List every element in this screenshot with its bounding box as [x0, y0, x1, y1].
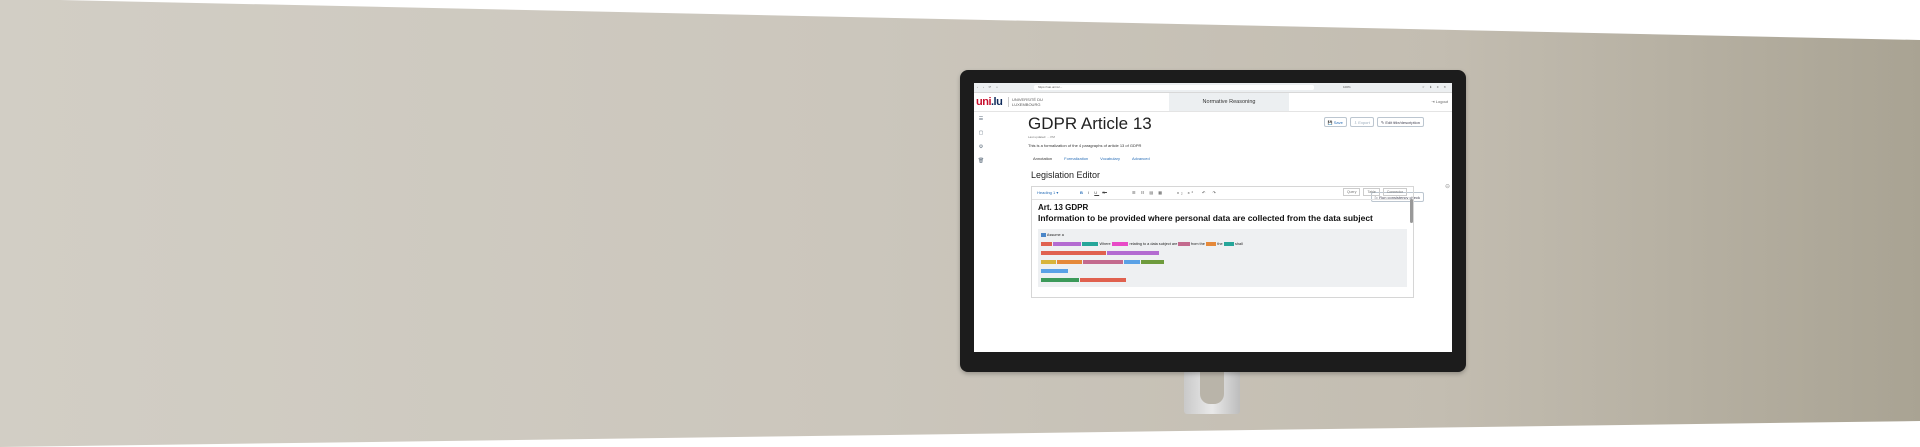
- annotation-span[interactable]: [1053, 242, 1081, 246]
- logo-text: UNIVERSITÉ DU LUXEMBOURG: [1008, 97, 1043, 107]
- italic-icon[interactable]: I: [1088, 190, 1091, 195]
- annotation-span[interactable]: [1205, 242, 1217, 246]
- document-description: This is a formalization of the 4 paragra…: [1028, 143, 1142, 148]
- annotation-span[interactable]: [1082, 260, 1123, 264]
- heading-select[interactable]: Heading 1 ▾: [1037, 190, 1058, 195]
- browser-extension-icons[interactable]: ☆ ⬇ ≡ ✕: [1422, 85, 1448, 89]
- trash-icon[interactable]: 🗑: [978, 158, 984, 164]
- app-header: uni.lu UNIVERSITÉ DU LUXEMBOURG Normativ…: [974, 93, 1452, 112]
- editor-content[interactable]: Art. 13 GDPR Information to be provided …: [1032, 200, 1413, 290]
- paragraph-text: the: [1217, 242, 1223, 246]
- tab-annotation[interactable]: Annotation: [1033, 156, 1052, 161]
- editor-scrollbar[interactable]: [1410, 199, 1413, 223]
- university-logo[interactable]: uni.lu: [976, 96, 1006, 108]
- app-tab-normative-reasoning[interactable]: Normative Reasoning: [1169, 93, 1289, 111]
- gear-icon[interactable]: ⚙: [979, 144, 983, 150]
- last-updated: Last updated: ... PM: [1028, 135, 1055, 139]
- logout-link[interactable]: ⇥ Logout: [1431, 99, 1448, 104]
- monitor: ‹ › ⟳ ⌂ https://nai.uni.lu/... 100% ☆ ⬇ …: [960, 70, 1466, 372]
- annotation-marker[interactable]: [1041, 233, 1047, 237]
- logout-label: Logout: [1435, 99, 1448, 104]
- export-label: Export: [1358, 119, 1370, 125]
- edit-description-button[interactable]: ✎ Edit title/description: [1376, 117, 1424, 127]
- annotation-span[interactable]: [1178, 242, 1190, 246]
- main-panel: GDPR Article 13 Last updated: ... PM Thi…: [988, 112, 1452, 352]
- heading-select-label: Heading 1: [1037, 190, 1056, 195]
- annotation-span[interactable]: [1041, 242, 1053, 246]
- toolbar-right-group: Query Table Connector: [1342, 188, 1407, 196]
- logo-mark-uni: uni: [976, 96, 992, 108]
- annotation-span[interactable]: [1056, 260, 1082, 264]
- connector-select[interactable]: Connector: [1382, 188, 1407, 196]
- tab-formalization[interactable]: Formalization: [1064, 156, 1088, 161]
- annotation-span[interactable]: [1041, 260, 1056, 264]
- annotated-paragraph[interactable]: Assume a Where relating to a data subjec…: [1038, 229, 1407, 287]
- strikethrough-icon[interactable]: S: [1102, 190, 1107, 195]
- editor-toolbar: Heading 1 ▾ B I U S ☰ ☷ ▤ ▦ x₂ x² ↶ ↷ Qu…: [1032, 187, 1413, 200]
- sidebar: ☰ ▢ ⚙ 🗑: [974, 112, 988, 352]
- menu-icon[interactable]: ☰: [979, 116, 983, 122]
- annotation-span[interactable]: [1123, 260, 1141, 264]
- annotation-span[interactable]: [1041, 269, 1069, 273]
- table-button[interactable]: Table: [1363, 188, 1380, 196]
- tab-advanced[interactable]: Advanced: [1132, 156, 1150, 161]
- logo-mark-lu: .lu: [991, 96, 1003, 108]
- zoom-level: 100%: [1343, 85, 1351, 89]
- save-button[interactable]: 💾 Save: [1323, 117, 1347, 127]
- annotation-span[interactable]: [1081, 242, 1099, 246]
- export-button[interactable]: ⇩ Export: [1349, 117, 1374, 127]
- collapse-panel-icon[interactable]: ⊖: [1445, 183, 1450, 190]
- paragraph-text: shall: [1235, 242, 1243, 246]
- document-tabs: Annotation Formalization Vocabulary Adva…: [1028, 156, 1442, 161]
- scene: ‹ › ⟳ ⌂ https://nai.uni.lu/... 100% ☆ ⬇ …: [0, 0, 1920, 447]
- address-bar[interactable]: https://nai.uni.lu/...: [1034, 84, 1314, 90]
- monitor-stand-cutout: [1200, 370, 1224, 404]
- article-title: Art. 13 GDPR: [1038, 203, 1089, 212]
- list-buttons[interactable]: ☰ ☷ ▤ ▦: [1132, 190, 1164, 195]
- save-label: Save: [1333, 119, 1343, 125]
- tab-vocabulary[interactable]: Vocabulary: [1100, 156, 1120, 161]
- paragraph-text: relating to a data subject are: [1129, 242, 1178, 246]
- annotation-span[interactable]: [1041, 251, 1107, 255]
- annotation-span[interactable]: [1141, 260, 1165, 264]
- paragraph-label: Assume a: [1046, 233, 1064, 237]
- annotation-span[interactable]: [1107, 251, 1159, 255]
- query-button[interactable]: Query: [1342, 188, 1361, 196]
- format-buttons[interactable]: B I U S: [1080, 190, 1107, 195]
- editor-title: Legislation Editor: [1031, 170, 1101, 180]
- document-actions: 💾 Save ⇩ Export ✎ Edit title/description: [1323, 117, 1424, 127]
- browser-toolbar: ‹ › ⟳ ⌂ https://nai.uni.lu/... 100% ☆ ⬇ …: [974, 83, 1452, 93]
- paragraph-text: Where: [1099, 242, 1111, 246]
- paragraph-text: from the: [1190, 242, 1205, 246]
- edit-description-label: Edit title/description: [1385, 119, 1420, 125]
- annotation-span[interactable]: [1041, 278, 1079, 282]
- undo-redo-buttons[interactable]: ↶ ↷: [1202, 190, 1219, 195]
- annotation-span[interactable]: [1223, 242, 1234, 246]
- browser-nav-icons[interactable]: ‹ › ⟳ ⌂: [977, 85, 1000, 89]
- article-subtitle: Information to be provided where persona…: [1038, 213, 1373, 223]
- document-icon[interactable]: ▢: [979, 130, 984, 136]
- screen: ‹ › ⟳ ⌂ https://nai.uni.lu/... 100% ☆ ⬇ …: [974, 83, 1452, 352]
- underline-icon[interactable]: U: [1094, 190, 1099, 195]
- app-body: ☰ ▢ ⚙ 🗑 GDPR Article 13 Last updated: ..…: [974, 112, 1452, 352]
- annotation-span[interactable]: [1079, 278, 1127, 282]
- logo-text-line2: LUXEMBOURG: [1012, 102, 1041, 107]
- bold-icon[interactable]: B: [1080, 190, 1085, 195]
- script-buttons[interactable]: x₂ x²: [1177, 190, 1195, 195]
- annotation-span[interactable]: [1111, 242, 1129, 246]
- legislation-editor[interactable]: Heading 1 ▾ B I U S ☰ ☷ ▤ ▦ x₂ x² ↶ ↷ Qu…: [1031, 186, 1414, 298]
